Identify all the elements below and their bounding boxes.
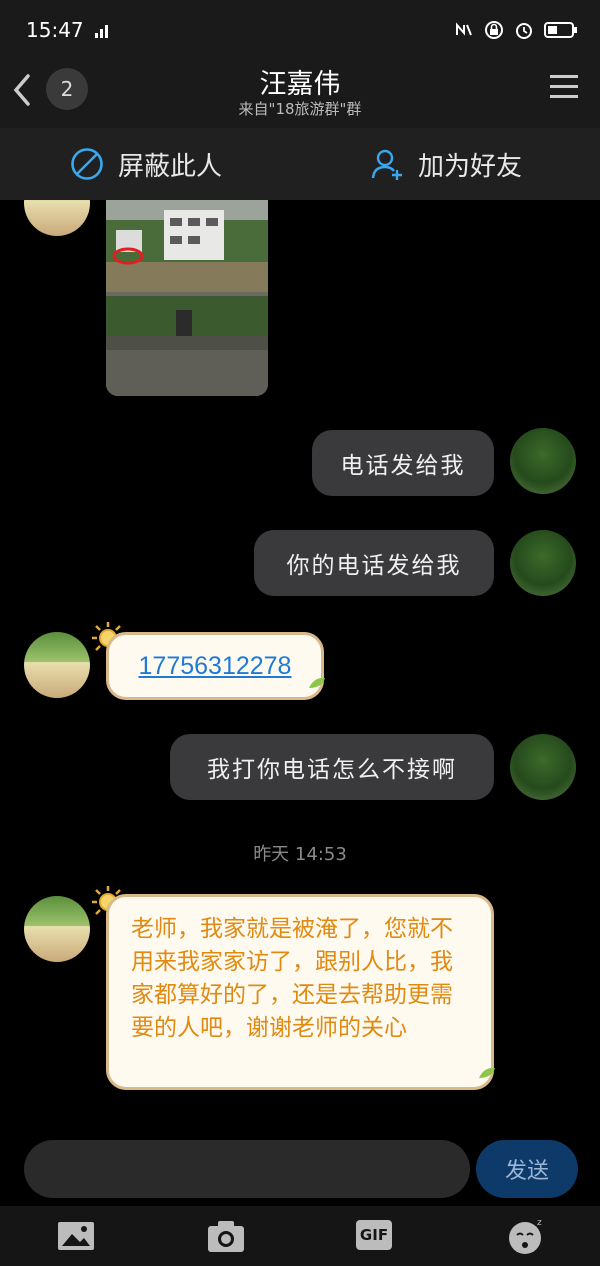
outgoing-message[interactable]: 电话发给我: [312, 430, 494, 496]
battery-icon: [544, 22, 577, 38]
message-input[interactable]: [24, 1140, 470, 1198]
message-timestamp: 昨天 14:53: [253, 844, 347, 865]
block-user-button[interactable]: 屏蔽此人: [70, 128, 222, 200]
leaf-decoration-icon: [309, 677, 325, 688]
outgoing-message[interactable]: 你的电话发给我: [254, 530, 494, 596]
status-bar: 15:47: [0, 0, 600, 60]
gif-button[interactable]: GIF: [356, 1220, 392, 1250]
contact-avatar[interactable]: [24, 200, 90, 236]
lock-icon: [485, 21, 503, 39]
add-friend-button[interactable]: 加为好友: [370, 128, 522, 200]
phone-number-link[interactable]: 17756312278: [139, 652, 292, 681]
block-icon: [71, 148, 103, 180]
contact-avatar[interactable]: [24, 896, 90, 962]
outgoing-message[interactable]: 我打你电话怎么不接啊: [170, 734, 494, 800]
flood-photo: [106, 200, 268, 396]
add-friend-label: 加为好友: [418, 151, 523, 182]
my-avatar[interactable]: [510, 428, 576, 494]
send-button[interactable]: 发送: [476, 1140, 578, 1198]
chat-title: 汪嘉伟: [259, 69, 341, 100]
incoming-message[interactable]: 老师，我家就是被淹了，您就不用来我家家访了，跟别人比，我家都算好的了，还是去帮助…: [106, 894, 494, 1090]
chat-messages[interactable]: 电话发给我 你的电话发给我 17756312278 我打你电话怎么不接啊 昨天 …: [0, 200, 600, 1140]
add-friend-icon: [371, 149, 402, 180]
nfc-icon: [456, 22, 472, 36]
action-bar: 屏蔽此人 加为好友: [0, 128, 600, 200]
image-message[interactable]: [106, 200, 268, 396]
svg-text:z: z: [537, 1218, 542, 1228]
compose-bar: 发送: [0, 1140, 600, 1206]
alarm-icon: [516, 23, 532, 39]
incoming-message[interactable]: 17756312278: [106, 632, 324, 700]
image-picker-icon[interactable]: [56, 1216, 96, 1256]
contact-avatar[interactable]: [24, 632, 90, 698]
menu-icon[interactable]: [548, 72, 580, 102]
input-toolbar: GIF z: [0, 1206, 600, 1266]
status-time: 15:47: [26, 18, 84, 42]
chat-subtitle: 来自"18旅游群"群: [238, 100, 362, 118]
block-label: 屏蔽此人: [118, 151, 223, 182]
chat-header: 2 汪嘉伟 来自"18旅游群"群: [0, 60, 600, 128]
my-avatar[interactable]: [510, 530, 576, 596]
my-avatar[interactable]: [510, 734, 576, 800]
message-text: 我打你电话怎么不接啊: [207, 757, 457, 783]
message-text: 老师，我家就是被淹了，您就不用来我家家访了，跟别人比，我家都算好的了，还是去帮助…: [131, 916, 453, 1041]
message-text: 电话发给我: [340, 453, 466, 479]
signal-icon: [95, 25, 108, 38]
emoji-icon[interactable]: z: [506, 1216, 546, 1256]
leaf-decoration-icon: [479, 1067, 495, 1078]
message-text: 你的电话发给我: [286, 553, 462, 579]
camera-icon[interactable]: [206, 1216, 246, 1256]
